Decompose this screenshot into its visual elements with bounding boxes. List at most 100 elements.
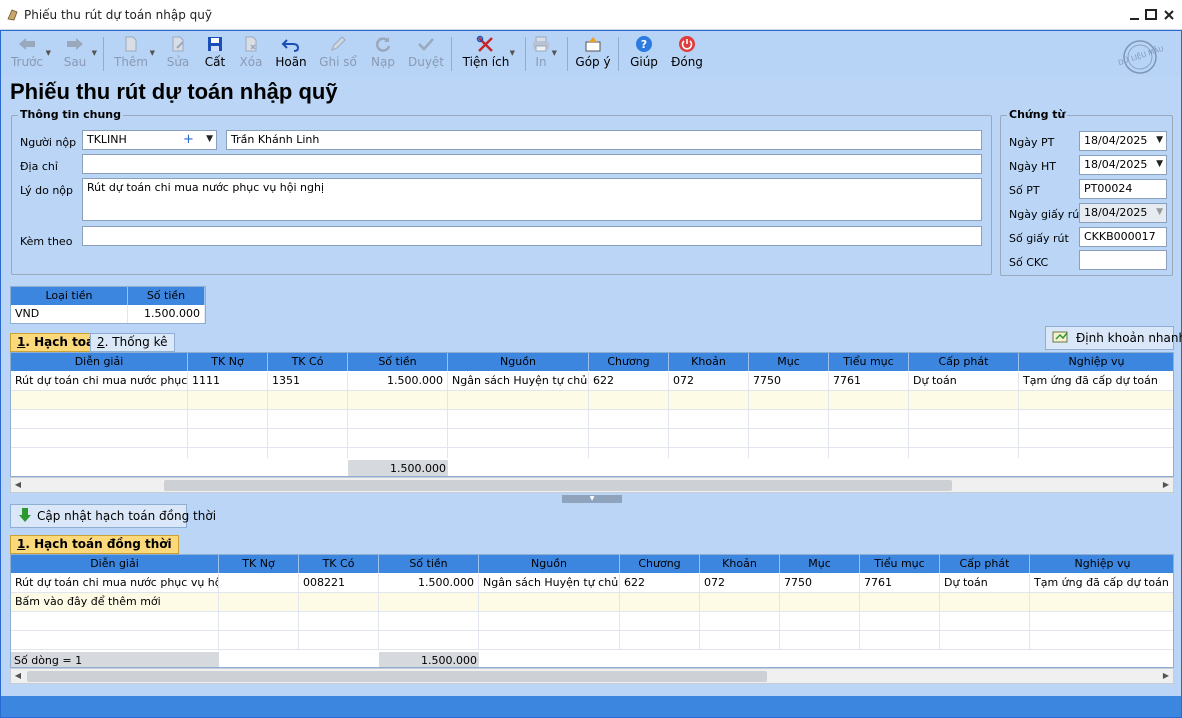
ngay-pt-datepicker[interactable]: 18/04/2025 ▼: [1079, 131, 1167, 151]
table-row[interactable]: [11, 410, 1173, 429]
dropdown-icon[interactable]: ▼: [46, 49, 51, 57]
next-button[interactable]: Sau ▼: [57, 31, 97, 76]
ngay-ht-datepicker[interactable]: 18/04/2025 ▼: [1079, 155, 1167, 175]
header-cell[interactable]: Tiểu mục: [860, 555, 940, 573]
feedback-button[interactable]: Góp ý: [573, 31, 613, 76]
payer-name-field[interactable]: Trần Khánh Linh: [226, 130, 982, 150]
header-cell[interactable]: Loại tiền: [11, 287, 128, 305]
close-button[interactable]: Đóng: [667, 31, 707, 76]
chevron-down-icon[interactable]: ▼: [1156, 135, 1163, 145]
prev-button[interactable]: Trước ▼: [7, 31, 51, 76]
undo-button[interactable]: Hoãn: [272, 31, 310, 76]
horizontal-scrollbar[interactable]: ◀ ▶: [10, 477, 1174, 493]
header-cell[interactable]: Khoản: [669, 353, 749, 371]
table-row[interactable]: [11, 612, 1173, 631]
table-row[interactable]: [11, 429, 1173, 448]
header-cell[interactable]: Nguồn: [479, 555, 620, 573]
header-cell[interactable]: Nghiệp vụ: [1030, 555, 1173, 573]
header-cell[interactable]: Chương: [620, 555, 700, 573]
scroll-right-icon[interactable]: ▶: [1159, 669, 1173, 683]
header-cell[interactable]: Diễn giải: [11, 353, 188, 371]
save-button[interactable]: Cất: [198, 31, 232, 76]
header-cell[interactable]: TK Nợ: [219, 555, 299, 573]
scroll-left-icon[interactable]: ◀: [11, 478, 25, 492]
empty-cell: [829, 429, 909, 448]
ngay-giay-rut-datepicker[interactable]: 18/04/2025 ▼: [1079, 203, 1167, 223]
table-row[interactable]: [11, 391, 1173, 410]
dropdown-icon[interactable]: ▼: [552, 49, 557, 57]
empty-cell: [299, 631, 379, 650]
table-row[interactable]: [11, 631, 1173, 650]
accounting-grid: Diễn giải TK Nợ TK Có Số tiền Nguồn Chương Kho…: [10, 352, 1174, 477]
empty-cell: [749, 391, 829, 410]
so-ckc-field[interactable]: [1079, 250, 1167, 270]
header-cell[interactable]: Chương: [589, 353, 669, 371]
plus-icon[interactable]: +: [183, 132, 194, 147]
quick-entry-button[interactable]: Định khoản nhanh: [1045, 326, 1182, 350]
header-cell[interactable]: Diễn giải: [11, 555, 219, 573]
scroll-left-icon[interactable]: ◀: [11, 669, 25, 683]
edit-button[interactable]: Sửa: [161, 31, 195, 76]
header-cell[interactable]: Nghiệp vụ: [1019, 353, 1173, 371]
tab-hach-toan-dong-thoi[interactable]: 1. Hạch toán đồng thời: [10, 535, 179, 554]
approve-button[interactable]: Duyệt: [405, 31, 447, 76]
table-row[interactable]: [11, 448, 1173, 458]
scroll-right-icon[interactable]: ▶: [1159, 478, 1173, 492]
header-cell[interactable]: Khoản: [700, 555, 780, 573]
so-pt-field[interactable]: PT00024: [1079, 179, 1167, 199]
header-cell[interactable]: TK Nợ: [188, 353, 268, 371]
grid-cell: 008221: [299, 574, 379, 593]
table-row[interactable]: Rút dự toán chi mua nước phục... 1111 1351…: [11, 372, 1173, 391]
header-cell[interactable]: Số tiền: [379, 555, 479, 573]
grid-cell: Ngân sách Huyện tự chủ: [479, 574, 620, 593]
header-cell[interactable]: Cấp phát: [940, 555, 1030, 573]
delete-button[interactable]: Xóa: [234, 31, 268, 76]
print-button[interactable]: In ▼: [529, 31, 557, 76]
dropdown-icon[interactable]: ▼: [92, 49, 97, 57]
payer-code-combo[interactable]: TKLINH + ▼: [82, 130, 217, 150]
undo-icon: [281, 39, 300, 52]
help-button[interactable]: ? Giúp: [625, 31, 663, 76]
utilities-button[interactable]: Tiện ích ▼: [461, 31, 515, 76]
header-cell[interactable]: Mục: [749, 353, 829, 371]
address-field[interactable]: [82, 154, 982, 174]
header-cell[interactable]: Cấp phát: [909, 353, 1019, 371]
sample-data-stamp: DỮ LIỆU MẪU: [1111, 39, 1169, 75]
close-icon[interactable]: [1158, 4, 1180, 26]
header-cell[interactable]: Số tiền: [128, 287, 205, 305]
table-row[interactable]: Rút dự toán chi mua nước phục vụ hội... 0…: [11, 574, 1173, 593]
so-ckc-label: Số CKC: [1009, 256, 1049, 269]
scroll-thumb[interactable]: [164, 480, 952, 491]
dropdown-icon[interactable]: ▼: [510, 49, 515, 57]
pen-icon: [331, 36, 346, 51]
tab-thong-ke[interactable]: 2. Thống kê: [90, 333, 175, 352]
table-row[interactable]: VND 1.500.000: [11, 305, 205, 323]
splitter-handle[interactable]: ▼: [562, 495, 622, 503]
header-cell[interactable]: Tiểu mục: [829, 353, 909, 371]
update-concurrent-button[interactable]: Cập nhật hạch toán đồng thời: [10, 504, 216, 528]
chevron-down-icon[interactable]: ▼: [1156, 207, 1163, 217]
add-new-row[interactable]: Bấm vào đây để thêm mới: [11, 593, 1173, 612]
header-cell[interactable]: TK Có: [299, 555, 379, 573]
header-cell[interactable]: Số tiền: [348, 353, 448, 371]
grid-cell: 622: [589, 372, 669, 391]
header-cell[interactable]: TK Có: [268, 353, 348, 371]
empty-cell: [749, 410, 829, 429]
help-icon: ?: [636, 36, 652, 52]
scroll-thumb[interactable]: [27, 671, 767, 682]
chevron-down-icon[interactable]: ▼: [206, 134, 213, 144]
post-button[interactable]: Ghi sổ: [317, 31, 359, 76]
add-button[interactable]: Thêm ▼: [111, 31, 155, 76]
header-cell[interactable]: Nguồn: [448, 353, 589, 371]
load-button[interactable]: Nạp: [365, 31, 401, 76]
so-giay-rut-field[interactable]: CKKB000017: [1079, 227, 1167, 247]
header-cell[interactable]: Mục: [780, 555, 860, 573]
empty-cell: [348, 429, 448, 448]
attach-field[interactable]: [82, 226, 982, 246]
horizontal-scrollbar[interactable]: ◀ ▶: [10, 668, 1174, 684]
chevron-down-icon[interactable]: ▼: [1156, 159, 1163, 169]
floppy-disk-icon: [208, 37, 222, 51]
dropdown-icon[interactable]: ▼: [150, 49, 155, 57]
empty-cell: [780, 631, 860, 650]
reason-textarea[interactable]: Rút dự toán chi mua nước phục vụ hội ngh…: [82, 178, 982, 221]
